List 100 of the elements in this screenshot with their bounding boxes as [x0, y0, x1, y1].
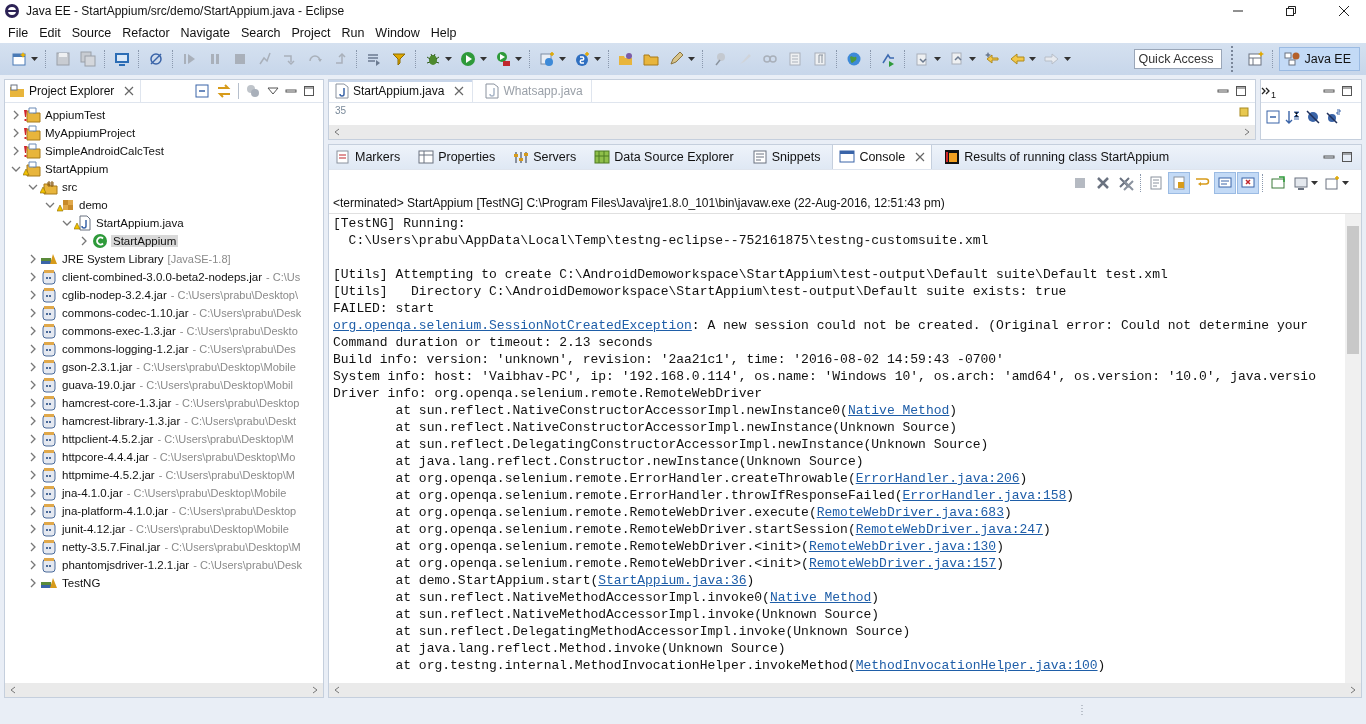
- collapsed-chevron-icon[interactable]: [28, 308, 38, 318]
- globe-icon[interactable]: [846, 51, 862, 67]
- view-tab[interactable]: Console: [832, 145, 933, 169]
- dropdown-caret-icon[interactable]: [1311, 181, 1318, 185]
- tree-item[interactable]: MyAppiumProject: [43, 127, 138, 139]
- previous-annotation-icon[interactable]: [949, 51, 965, 67]
- tree-item[interactable]: TestNG: [60, 577, 103, 589]
- collapsed-chevron-icon[interactable]: [28, 506, 38, 516]
- horizontal-scrollbar[interactable]: [329, 683, 1361, 697]
- scroll-left-icon[interactable]: [333, 128, 341, 136]
- collapsed-chevron-icon[interactable]: [28, 470, 38, 480]
- tree-item[interactable]: src: [60, 181, 80, 193]
- dropdown-caret-icon[interactable]: [445, 57, 452, 61]
- console-link[interactable]: ErrorHandler.java:158: [902, 488, 1067, 503]
- menu-item[interactable]: Refactor: [116, 23, 175, 42]
- view-tab[interactable]: Properties: [412, 145, 502, 169]
- collapsed-chevron-icon[interactable]: [28, 578, 38, 588]
- tree-item[interactable]: guava-19.0.jar: [60, 379, 138, 391]
- scroll-right-icon[interactable]: [1349, 686, 1357, 694]
- view-menu-icon[interactable]: [267, 86, 279, 96]
- vertical-scrollbar[interactable]: [1345, 214, 1361, 683]
- menu-item[interactable]: Window: [369, 23, 425, 42]
- console-link[interactable]: RemoteWebDriver.java:130: [808, 539, 997, 554]
- collapsed-chevron-icon[interactable]: [79, 236, 89, 246]
- close-tab-icon[interactable]: [915, 152, 926, 162]
- tree-item[interactable]: AppiumTest: [43, 109, 108, 121]
- collapsed-chevron-icon[interactable]: [28, 524, 38, 534]
- skip-breakpoints-icon[interactable]: [148, 51, 164, 67]
- view-tab[interactable]: Snippets: [745, 145, 827, 169]
- expanded-chevron-icon[interactable]: [45, 200, 55, 210]
- show-error-icon[interactable]: [1237, 172, 1259, 194]
- scroll-right-icon[interactable]: [1243, 128, 1251, 136]
- new-icon[interactable]: [11, 51, 27, 67]
- new-class-icon[interactable]: [574, 51, 590, 67]
- maximize-view-icon[interactable]: [1341, 151, 1353, 163]
- tree-item[interactable]: StartAppium.java: [94, 217, 186, 229]
- dropdown-caret-icon[interactable]: [559, 57, 566, 61]
- dropdown-caret-icon[interactable]: [515, 57, 522, 61]
- dropdown-caret-icon[interactable]: [1064, 57, 1071, 61]
- console-link[interactable]: RemoteWebDriver.java:683: [816, 505, 1004, 520]
- dropdown-caret-icon[interactable]: [594, 57, 601, 61]
- dropdown-caret-icon[interactable]: [31, 57, 38, 61]
- tree-item[interactable]: httpcore-4.4.4.jar: [60, 451, 151, 463]
- collapse-all-icon[interactable]: [194, 83, 210, 99]
- link-editor-icon[interactable]: [216, 83, 232, 99]
- last-edit-icon[interactable]: [984, 51, 1000, 67]
- collapsed-chevron-icon[interactable]: [28, 398, 38, 408]
- scroll-lock-icon[interactable]: [1168, 172, 1190, 194]
- console-link[interactable]: StartAppium.java:36: [598, 573, 747, 588]
- tree-item[interactable]: httpmime-4.5.2.jar: [60, 469, 157, 481]
- menu-item[interactable]: Search: [234, 23, 286, 42]
- collapsed-chevron-icon[interactable]: [28, 272, 38, 282]
- tree-item[interactable]: gson-2.3.1.jar: [60, 361, 135, 373]
- scroll-left-icon[interactable]: [9, 686, 17, 694]
- list-icon[interactable]: [366, 51, 382, 67]
- tree-item[interactable]: httpclient-4.5.2.jar: [60, 433, 156, 445]
- view-tab[interactable]: Servers: [507, 145, 583, 169]
- collapsed-chevron-icon[interactable]: [28, 326, 38, 336]
- open-perspective-icon[interactable]: [1248, 51, 1265, 67]
- collapsed-chevron-icon[interactable]: [28, 452, 38, 462]
- menu-item[interactable]: Project: [285, 23, 336, 42]
- close-tab-icon[interactable]: [454, 86, 465, 96]
- expanded-chevron-icon[interactable]: [62, 218, 72, 228]
- perspective-button[interactable]: Java EE: [1279, 47, 1360, 71]
- expanded-chevron-icon[interactable]: [11, 164, 21, 174]
- collapsed-chevron-icon[interactable]: [28, 290, 38, 300]
- bug-icon[interactable]: [425, 51, 441, 67]
- tree-item[interactable]: client-combined-3.0.0-beta2-nodeps.jar: [60, 271, 265, 283]
- tree-item[interactable]: jna-4.1.0.jar: [60, 487, 125, 499]
- menu-item[interactable]: File: [2, 23, 34, 42]
- dropdown-caret-icon[interactable]: [688, 57, 695, 61]
- expanded-chevron-icon[interactable]: [28, 182, 38, 192]
- tree-item[interactable]: hamcrest-core-1.3.jar: [60, 397, 174, 409]
- collapsed-chevron-icon[interactable]: [28, 434, 38, 444]
- collapsed-chevron-icon[interactable]: [11, 128, 21, 138]
- collapsed-chevron-icon[interactable]: [28, 416, 38, 426]
- hide-fields-icon[interactable]: [1305, 109, 1321, 125]
- tree-item[interactable]: SimpleAndroidCalcTest: [43, 145, 166, 157]
- tree-item[interactable]: demo: [77, 199, 110, 211]
- collapsed-chevron-icon[interactable]: [28, 362, 38, 372]
- tree-item[interactable]: jna-platform-4.1.0.jar: [60, 505, 171, 517]
- menu-item[interactable]: Edit: [33, 23, 66, 42]
- quick-access-field[interactable]: Quick Access: [1134, 49, 1223, 69]
- tree-item[interactable]: StartAppium: [43, 163, 111, 175]
- dropdown-caret-icon[interactable]: [969, 57, 976, 61]
- monitor-icon[interactable]: [114, 51, 130, 67]
- collapsed-chevron-icon[interactable]: [11, 146, 21, 156]
- dropdown-caret-icon[interactable]: [1342, 181, 1349, 185]
- close-icon[interactable]: [1338, 5, 1350, 17]
- maximize-view-icon[interactable]: [1341, 85, 1353, 97]
- collapsed-chevron-icon[interactable]: [28, 542, 38, 552]
- collapsed-chevron-icon[interactable]: [28, 560, 38, 570]
- view-tab[interactable]: Markers: [329, 145, 407, 169]
- collapsed-chevron-icon[interactable]: [11, 110, 21, 120]
- console-link[interactable]: RemoteWebDriver.java:247: [855, 522, 1043, 537]
- scroll-left-icon[interactable]: [333, 686, 341, 694]
- dropdown-caret-icon[interactable]: [934, 57, 941, 61]
- tree-item[interactable]: JRE System Library: [60, 253, 166, 265]
- run-tool-icon[interactable]: [495, 51, 511, 67]
- dropdown-caret-icon[interactable]: [1029, 57, 1036, 61]
